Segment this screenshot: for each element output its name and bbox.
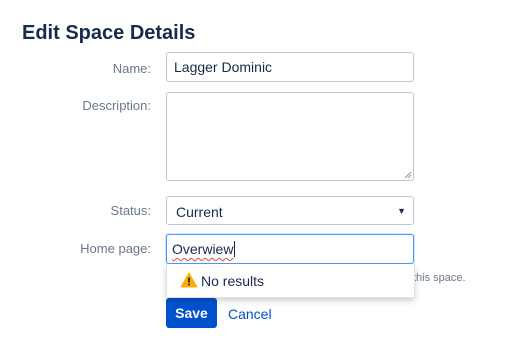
edit-space-details-page: Edit Space Details Name: Lagger Dominic … [0,0,529,363]
name-input-value: Lagger Dominic [174,59,273,75]
text-cursor [234,241,236,257]
no-results-message: No results [201,273,265,289]
warning-icon [180,272,198,288]
resize-grip-icon[interactable] [404,171,412,179]
name-label: Name: [112,61,151,76]
cancel-link[interactable]: Cancel [228,306,272,322]
status-select-value: Current [176,204,223,220]
home-page-autocomplete-dropdown: No results [166,264,415,298]
description-textarea[interactable] [166,92,414,181]
status-select[interactable]: Current ▼ [166,196,414,225]
home-page-label: Home page: [80,241,151,256]
caret-down-icon: ▼ [397,206,406,216]
home-page-input[interactable]: Overwiew [166,234,414,264]
home-page-input-value: Overwiew [172,241,234,257]
page-title: Edit Space Details [22,22,196,44]
status-label: Status: [110,203,151,218]
home-page-help-text: this space. [413,272,466,284]
description-label: Description: [82,98,151,113]
name-input[interactable]: Lagger Dominic [166,52,414,82]
save-button[interactable]: Save [166,298,217,328]
